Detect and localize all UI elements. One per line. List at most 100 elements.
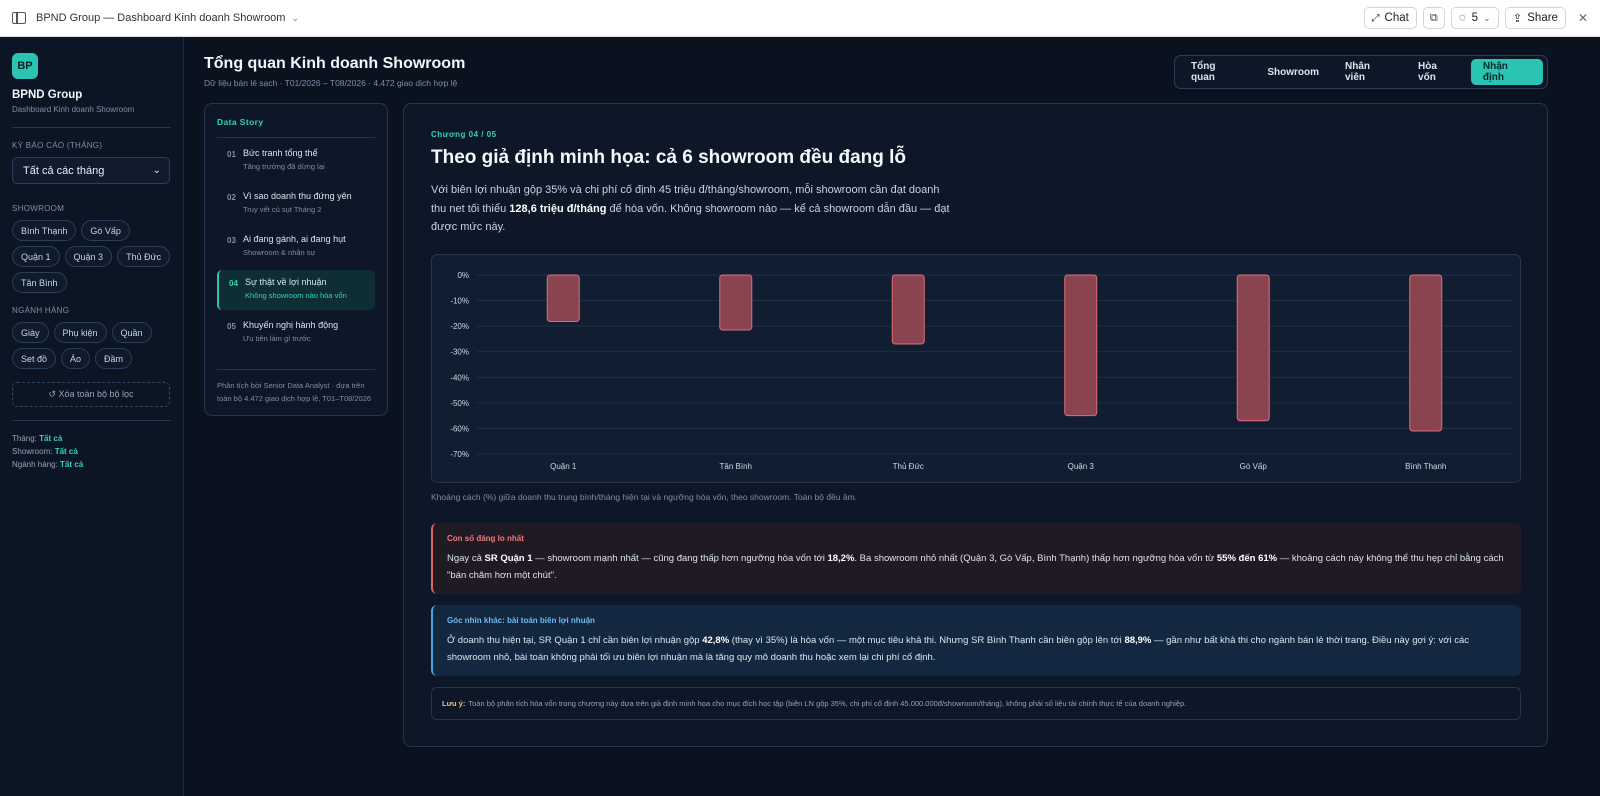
divider <box>12 127 171 128</box>
tab-bar: Tổng quan Showroom Nhân viên Hòa vốn Nhậ… <box>1174 55 1548 89</box>
chip-category[interactable]: Giày <box>12 322 49 343</box>
tab-staff[interactable]: Nhân viên <box>1333 59 1404 85</box>
close-icon[interactable]: ✕ <box>1578 11 1588 25</box>
story-step[interactable]: 05 Khuyến nghị hành động Ưu tiên làm gì t… <box>217 313 375 353</box>
y-tick-label: 0% <box>457 271 469 280</box>
summary-showroom: Showroom: Tất cả <box>12 447 171 456</box>
breakeven-gap-chart: 0% -10% -20% -30% -40% -50% -60% -70% Quận 1 Tân … <box>431 254 1521 483</box>
chat-button[interactable]: ⤢ Chat <box>1363 7 1417 29</box>
step-subtitle: Không showroom nào hòa vốn <box>245 291 347 300</box>
x-tick-label: Thủ Đức <box>893 462 924 471</box>
chip-showroom[interactable]: Bình Thạnh <box>12 220 77 241</box>
period-value: Tất cả các tháng <box>23 164 105 177</box>
callout-text: (thay vì 35%) là hòa vốn — một mục tiêu … <box>729 635 1125 646</box>
bar <box>546 274 580 323</box>
step-title: Sự thật về lợi nhuận <box>245 277 327 287</box>
chip-category[interactable]: Quần <box>111 322 152 343</box>
callout-highlight: 88,9% <box>1124 635 1152 646</box>
chip-showroom[interactable]: Quận 3 <box>64 246 113 267</box>
chapter-label: Chương 04 / 05 <box>431 130 497 139</box>
chevron-down-icon[interactable]: ⌄ <box>291 13 299 24</box>
bar <box>719 274 753 331</box>
chip-showroom[interactable]: Gò Vấp <box>81 220 130 241</box>
step-number: 03 <box>227 236 236 245</box>
callout-body: Ở doanh thu hiện tại, SR Quận 1 chỉ cần … <box>447 632 1507 666</box>
summary-value: Tất cả <box>54 447 78 456</box>
note-label: Lưu ý: <box>442 699 466 708</box>
step-number: 02 <box>227 193 236 202</box>
data-story-panel: Data Story 01 Bức tranh tổng thể Tăng trư… <box>204 103 388 416</box>
callout-highlight: SR Quận 1 <box>484 553 533 564</box>
category-chips: Giày Phụ kiện Quần Set đồ Áo Đầm <box>12 322 171 369</box>
comments-button[interactable]: ◌ 5 ⌄ <box>1450 7 1499 29</box>
chip-category[interactable]: Áo <box>61 348 91 369</box>
y-tick-label: -50% <box>450 399 469 408</box>
chip-category[interactable]: Đầm <box>95 348 133 369</box>
callout-title: Góc nhìn khác: bài toán biên lợi nhuận <box>447 616 595 625</box>
page-subtitle: Dữ liệu bán lẻ sạch · T01/2026 – T08/202… <box>204 78 458 88</box>
tab-breakeven[interactable]: Hòa vốn <box>1406 59 1469 85</box>
summary-key: Ngành hàng: <box>12 460 61 469</box>
x-tick-label: Bình Thạnh <box>1405 462 1446 471</box>
share-label: Share <box>1527 12 1558 24</box>
bar <box>891 274 925 345</box>
showroom-label: SHOWROOM <box>12 204 65 213</box>
chapter-headline: Theo giả định minh họa: cả 6 showroom đề… <box>431 147 907 168</box>
warning-callout: Con số đáng lo nhất Ngay cả SR Quận 1 — … <box>431 523 1521 594</box>
chip-showroom[interactable]: Tân Bình <box>12 272 67 293</box>
summary-value: Tất cả <box>60 460 84 469</box>
window-button[interactable]: ⧉ <box>1422 7 1445 29</box>
window-titlebar: BPND Group — Dashboard Kinh doanh Showro… <box>0 0 1600 37</box>
sidebar-toggle-icon[interactable] <box>12 12 26 24</box>
story-step[interactable]: 01 Bức tranh tổng thể Tăng trưởng đã dừng… <box>217 141 375 181</box>
step-subtitle: Ưu tiên làm gì trước <box>243 334 311 343</box>
step-number: 05 <box>227 322 236 331</box>
step-title: Ai đang gánh, ai đang hụt <box>243 234 346 244</box>
callout-body: Ngay cả SR Quận 1 — showroom mạnh nhất —… <box>447 550 1507 584</box>
share-button[interactable]: ⇪ Share <box>1504 7 1566 29</box>
callout-highlight: 42,8% <box>702 635 730 646</box>
category-label: NGÀNH HÀNG <box>12 306 70 315</box>
tab-insights[interactable]: Nhận định <box>1470 59 1543 85</box>
x-tick-label: Gò Vấp <box>1240 462 1268 471</box>
brand-subtitle: Dashboard Kinh doanh Showroom <box>12 105 135 114</box>
story-step[interactable]: 03 Ai đang gánh, ai đang hụt Showroom & n… <box>217 227 375 267</box>
step-subtitle: Truy vết cú sụt Tháng 2 <box>243 205 322 214</box>
summary-month: Tháng: Tất cả <box>12 434 171 443</box>
story-footer: Phân tích bởi Senior Data Analyst · dựa … <box>217 369 375 405</box>
summary-key: Tháng: <box>12 434 40 443</box>
step-title: Khuyến nghị hành động <box>243 320 339 330</box>
callout-text: — showroom mạnh nhất — cũng đang thấp hơ… <box>532 553 828 564</box>
share-icon: ⇪ <box>1512 13 1523 25</box>
lead-paragraph: Với biên lợi nhuận gộp 35% và chi phí cố… <box>431 181 951 237</box>
chip-category[interactable]: Phụ kiện <box>53 322 107 343</box>
step-number: 01 <box>227 150 236 159</box>
clear-filters-button[interactable]: ↺ Xóa toàn bộ bộ lọc <box>12 382 170 407</box>
logo: BP <box>12 53 38 79</box>
chip-showroom[interactable]: Thủ Đức <box>117 246 171 267</box>
step-title: Bức tranh tổng thể <box>243 148 318 158</box>
expand-icon: ⤢ <box>1371 12 1380 24</box>
period-select[interactable]: Tất cả các tháng ⌄ <box>12 157 170 184</box>
chevron-down-icon: ⌄ <box>152 165 161 176</box>
step-subtitle: Showroom & nhân sự <box>243 248 316 257</box>
story-step[interactable]: 02 Vì sao doanh thu đứng yên Truy vết cú … <box>217 184 375 224</box>
showroom-chips: Bình Thạnh Gò Vấp Quận 1 Quận 3 Thủ Đức … <box>12 220 171 293</box>
chip-showroom[interactable]: Quận 1 <box>12 246 60 267</box>
chip-category[interactable]: Set đồ <box>12 348 57 369</box>
callout-text: . Ba showroom nhỏ nhất (Quận 3, Gò Vấp, … <box>854 553 1217 564</box>
x-tick-label: Quận 3 <box>1068 462 1095 471</box>
chevron-down-icon: ⌄ <box>1483 12 1491 23</box>
tab-overview[interactable]: Tổng quan <box>1179 59 1253 85</box>
bar <box>1064 274 1098 417</box>
comment-count: 5 <box>1471 12 1479 24</box>
tab-showroom[interactable]: Showroom <box>1255 59 1331 85</box>
y-tick-label: -20% <box>450 322 469 331</box>
callout-text: Ngay cả <box>447 553 485 564</box>
story-title: Data Story <box>217 117 375 138</box>
callout-text: Ở doanh thu hiện tại, SR Quận 1 chỉ cần … <box>447 635 703 646</box>
story-step-active[interactable]: 04 Sự thật về lợi nhuận Không showroom nà… <box>217 270 375 310</box>
chapter-panel: Chương 04 / 05 Theo giả định minh họa: c… <box>403 103 1548 747</box>
x-tick-label: Quận 1 <box>550 462 577 471</box>
summary-category: Ngành hàng: Tất cả <box>12 460 171 469</box>
